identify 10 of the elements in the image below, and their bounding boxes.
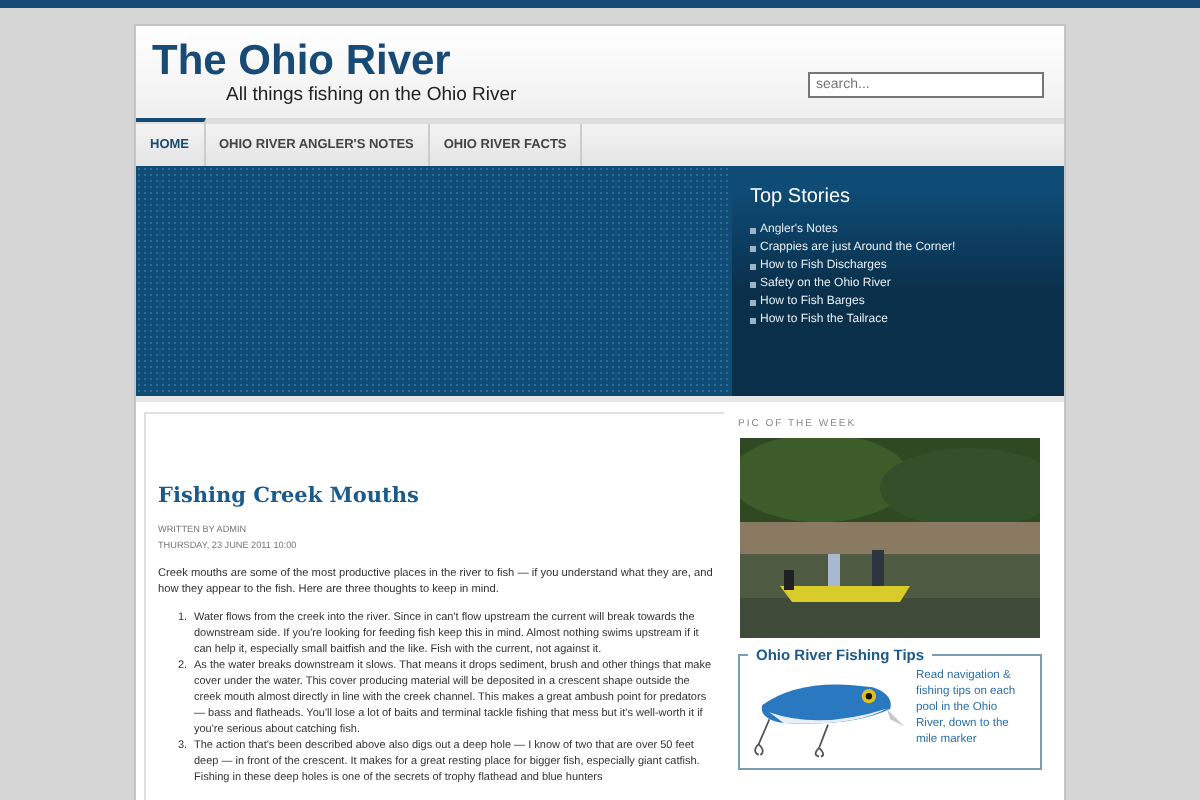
bullet-icon <box>750 227 756 233</box>
bullet-icon <box>750 245 756 251</box>
bullet-icon <box>750 317 756 323</box>
bullet-icon <box>750 263 756 269</box>
top-stories-heading: Top Stories <box>750 186 853 208</box>
bullet-icon <box>750 299 756 305</box>
site-title[interactable]: The Ohio River <box>152 40 517 84</box>
article-title[interactable]: Fishing Creek Mouths <box>158 484 716 508</box>
bullet-icon <box>750 281 756 287</box>
site-tagline: All things fishing on the Ohio River <box>226 84 517 106</box>
